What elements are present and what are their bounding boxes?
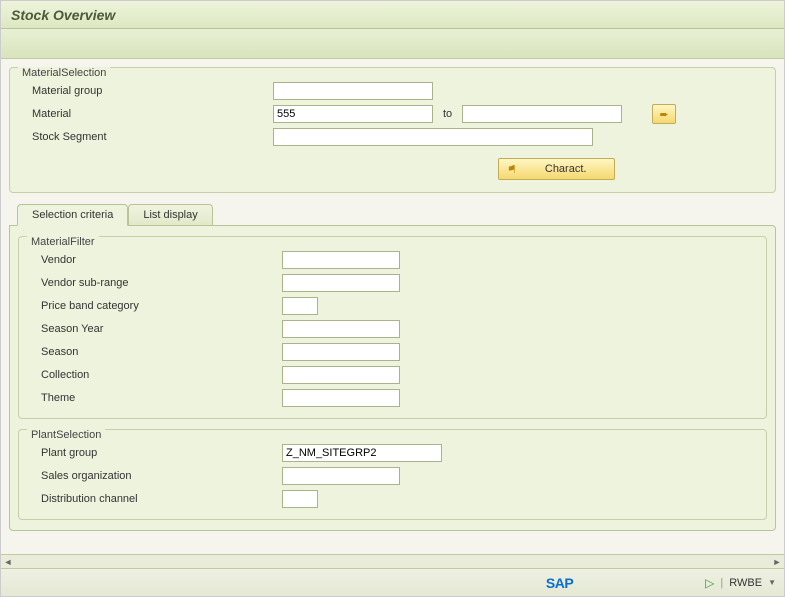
plant-group-label: Plant group bbox=[27, 447, 282, 459]
season-year-label: Season Year bbox=[27, 323, 282, 335]
status-bar: SAP ▷ | RWBE ▼ bbox=[1, 568, 784, 596]
sales-org-input[interactable] bbox=[282, 467, 400, 485]
material-label: Material bbox=[18, 108, 273, 120]
vendor-label: Vendor bbox=[27, 254, 282, 266]
separator: | bbox=[720, 577, 723, 589]
tab-selection-criteria[interactable]: Selection criteria bbox=[17, 204, 128, 226]
dist-channel-label: Distribution channel bbox=[27, 493, 282, 505]
collection-label: Collection bbox=[27, 369, 282, 381]
material-more-button[interactable]: ➨ bbox=[652, 104, 676, 124]
charact-button-label: Charact. bbox=[545, 163, 587, 175]
material-to-input[interactable] bbox=[462, 105, 622, 123]
plant-selection-group: PlantSelection Plant group Sales organiz… bbox=[18, 429, 767, 520]
content-area: MaterialSelection Material group Materia… bbox=[1, 59, 784, 559]
tab-strip: Selection criteria List display bbox=[17, 203, 776, 225]
theme-input[interactable] bbox=[282, 389, 400, 407]
scroll-left-icon[interactable]: ◄ bbox=[3, 557, 13, 567]
stock-segment-label: Stock Segment bbox=[18, 131, 273, 143]
material-selection-group: MaterialSelection Material group Materia… bbox=[9, 67, 776, 193]
tab-body: MaterialFilter Vendor Vendor sub-range P… bbox=[9, 225, 776, 531]
material-filter-group: MaterialFilter Vendor Vendor sub-range P… bbox=[18, 236, 767, 419]
material-input[interactable] bbox=[273, 105, 433, 123]
title-bar: Stock Overview bbox=[1, 1, 784, 29]
horizontal-scrollbar[interactable]: ◄ ► bbox=[1, 554, 784, 568]
vendor-subrange-label: Vendor sub-range bbox=[27, 277, 282, 289]
plant-group-input[interactable] bbox=[282, 444, 442, 462]
charact-button[interactable]: ⚑ Charact. bbox=[498, 158, 615, 180]
price-band-label: Price band category bbox=[27, 300, 282, 312]
page-title: Stock Overview bbox=[11, 7, 774, 23]
row-material-group: Material group bbox=[18, 80, 767, 102]
vendor-subrange-input[interactable] bbox=[282, 274, 400, 292]
plant-selection-legend: PlantSelection bbox=[27, 429, 105, 441]
theme-label: Theme bbox=[27, 392, 282, 404]
stock-segment-input[interactable] bbox=[273, 128, 593, 146]
play-icon[interactable]: ▷ bbox=[705, 576, 714, 590]
chevron-down-icon[interactable]: ▼ bbox=[768, 578, 776, 587]
vendor-input[interactable] bbox=[282, 251, 400, 269]
to-label: to bbox=[433, 108, 462, 120]
sales-org-label: Sales organization bbox=[27, 470, 282, 482]
tcode-label[interactable]: RWBE bbox=[729, 577, 762, 589]
sap-logo: SAP bbox=[546, 575, 573, 591]
scroll-right-icon[interactable]: ► bbox=[772, 557, 782, 567]
price-band-input[interactable] bbox=[282, 297, 318, 315]
season-input[interactable] bbox=[282, 343, 400, 361]
flag-icon: ⚑ bbox=[507, 163, 517, 176]
season-label: Season bbox=[27, 346, 282, 358]
row-material: Material to ➨ bbox=[18, 103, 767, 125]
material-group-input[interactable] bbox=[273, 82, 433, 100]
material-selection-legend: MaterialSelection bbox=[18, 67, 110, 79]
toolbar-strip bbox=[1, 29, 784, 59]
arrow-right-icon: ➨ bbox=[660, 108, 669, 121]
dist-channel-input[interactable] bbox=[282, 490, 318, 508]
collection-input[interactable] bbox=[282, 366, 400, 384]
material-group-label: Material group bbox=[18, 85, 273, 97]
material-filter-legend: MaterialFilter bbox=[27, 236, 99, 248]
season-year-input[interactable] bbox=[282, 320, 400, 338]
row-stock-segment: Stock Segment bbox=[18, 126, 767, 148]
charact-row: ⚑ Charact. bbox=[18, 158, 767, 180]
tab-list-display[interactable]: List display bbox=[128, 204, 212, 226]
